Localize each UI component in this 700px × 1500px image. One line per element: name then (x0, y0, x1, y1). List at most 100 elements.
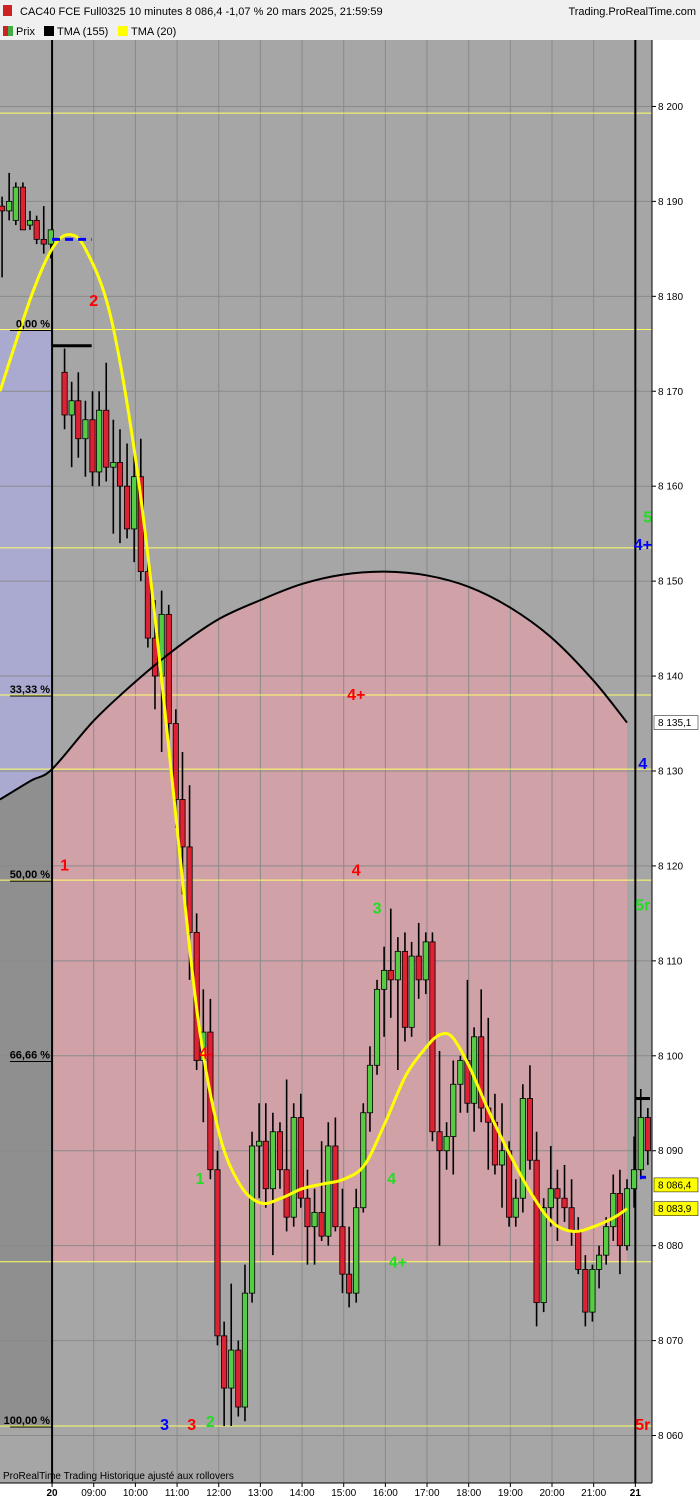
candle-body (332, 1145, 339, 1228)
candle-body (568, 1207, 575, 1232)
candle-body (422, 941, 429, 981)
candle-body (179, 799, 186, 848)
candle-body (373, 988, 381, 1066)
tma20-price-tag: 8 083,9 (658, 1204, 692, 1215)
wave-label: 4+ (347, 687, 365, 704)
candle-body (47, 229, 54, 245)
candle-body (353, 1207, 360, 1294)
candle-body (269, 1131, 276, 1190)
candle-body (297, 1117, 304, 1199)
y-tick-label: 8 120 (658, 861, 683, 872)
candle-body (124, 485, 131, 530)
wave-label: 3 (187, 1417, 196, 1434)
footer-note: ProRealTime Trading Historique ajusté au… (3, 1471, 234, 1482)
candle-body (547, 1188, 554, 1209)
candle-body (116, 462, 124, 487)
last-price-tag: 8 086,4 (658, 1180, 692, 1191)
candle-body (248, 1145, 256, 1294)
y-tick-label: 8 110 (658, 956, 683, 967)
candle-body (89, 419, 96, 473)
candle-body (610, 1193, 617, 1228)
candle-body (262, 1140, 269, 1190)
candle-body (12, 186, 19, 221)
y-tick-label: 8 170 (658, 387, 683, 398)
candle-body (589, 1268, 596, 1313)
y-tick-label: 8 100 (658, 1051, 683, 1062)
wave-label: 4+ (634, 537, 652, 554)
candle-body (241, 1292, 249, 1408)
wave-label: 4 (638, 756, 647, 773)
candle-body (366, 1064, 374, 1114)
x-tick-label: 20:00 (539, 1488, 564, 1499)
candle-body (526, 1098, 533, 1161)
candle-body (582, 1268, 589, 1313)
chart-header: CAC40 FCE Full0325 10 minutes 8 086,4 -1… (0, 0, 700, 22)
wave-label: 4 (387, 1171, 396, 1188)
candle-body (575, 1231, 582, 1270)
candle-body (415, 955, 422, 981)
legend-swatch-prix-down (3, 26, 8, 36)
candle-body (61, 371, 68, 416)
fib-label: 33,33 % (10, 684, 51, 696)
fib-label: 0,00 % (16, 319, 50, 331)
candle-body (443, 1136, 450, 1152)
candle-body (26, 219, 34, 226)
y-tick-label: 8 090 (658, 1146, 683, 1157)
fib-label: 100,00 % (4, 1415, 51, 1427)
candle-body (512, 1197, 519, 1218)
wave-label: 3 (160, 1417, 169, 1434)
candle-body (637, 1117, 644, 1171)
wave-label: 3 (373, 900, 382, 917)
candle-body (165, 613, 172, 724)
legend-swatch-tma155 (44, 26, 54, 36)
wave-label: 5 (643, 509, 652, 526)
candle-body (436, 1131, 443, 1152)
x-tick-label: 09:00 (81, 1488, 106, 1499)
candle-body (561, 1197, 568, 1209)
candle-body (228, 1349, 235, 1389)
candle-body (623, 1188, 631, 1247)
wave-label: 4 (352, 862, 361, 879)
candle-body (596, 1254, 603, 1270)
x-tick-label: 12:00 (206, 1488, 231, 1499)
candle-body (360, 1112, 367, 1209)
candle-body (506, 1150, 513, 1218)
y-tick-label: 8 180 (658, 292, 683, 303)
candle-body (96, 409, 103, 473)
candle-body (68, 400, 75, 416)
candle-body (325, 1145, 332, 1237)
candle-body (103, 409, 110, 468)
candle-body (82, 419, 89, 440)
candle-body (19, 186, 26, 231)
x-tick-label: 10:00 (123, 1488, 148, 1499)
candle-body (387, 969, 394, 981)
x-tick-label: 21 (630, 1488, 642, 1499)
y-tick-label: 8 130 (658, 766, 683, 777)
candle-body (631, 1169, 638, 1190)
candle-body (457, 1060, 464, 1085)
x-tick-label: 14:00 (290, 1488, 315, 1499)
x-tick-label: 21:00 (581, 1488, 606, 1499)
candle-body (346, 1273, 353, 1294)
candle-body (603, 1226, 610, 1256)
price-chart[interactable]: CAC40 FCE Full0325 10 minutes 8 086,4 -1… (0, 0, 700, 1500)
candle-body (408, 955, 415, 1028)
wave-label: 4- (199, 1046, 213, 1063)
y-axis-panel (652, 40, 700, 1483)
candle-body (318, 1212, 325, 1237)
candle-body (401, 950, 409, 1028)
candle-body (0, 205, 6, 212)
legend-label-prix: Prix (16, 26, 35, 38)
x-tick-label: 19:00 (498, 1488, 523, 1499)
candle-body (256, 1140, 263, 1147)
y-tick-label: 8 160 (658, 482, 683, 493)
y-tick-label: 8 190 (658, 197, 683, 208)
candle-body (40, 238, 47, 245)
candle-body (214, 1169, 221, 1337)
legend-swatch-prix-up (8, 26, 13, 36)
y-tick-label: 8 150 (658, 577, 683, 588)
y-tick-label: 8 070 (658, 1336, 683, 1347)
legend-label-tma155: TMA (155) (57, 26, 108, 38)
candle-body (554, 1188, 561, 1199)
x-tick-label: 18:00 (456, 1488, 481, 1499)
